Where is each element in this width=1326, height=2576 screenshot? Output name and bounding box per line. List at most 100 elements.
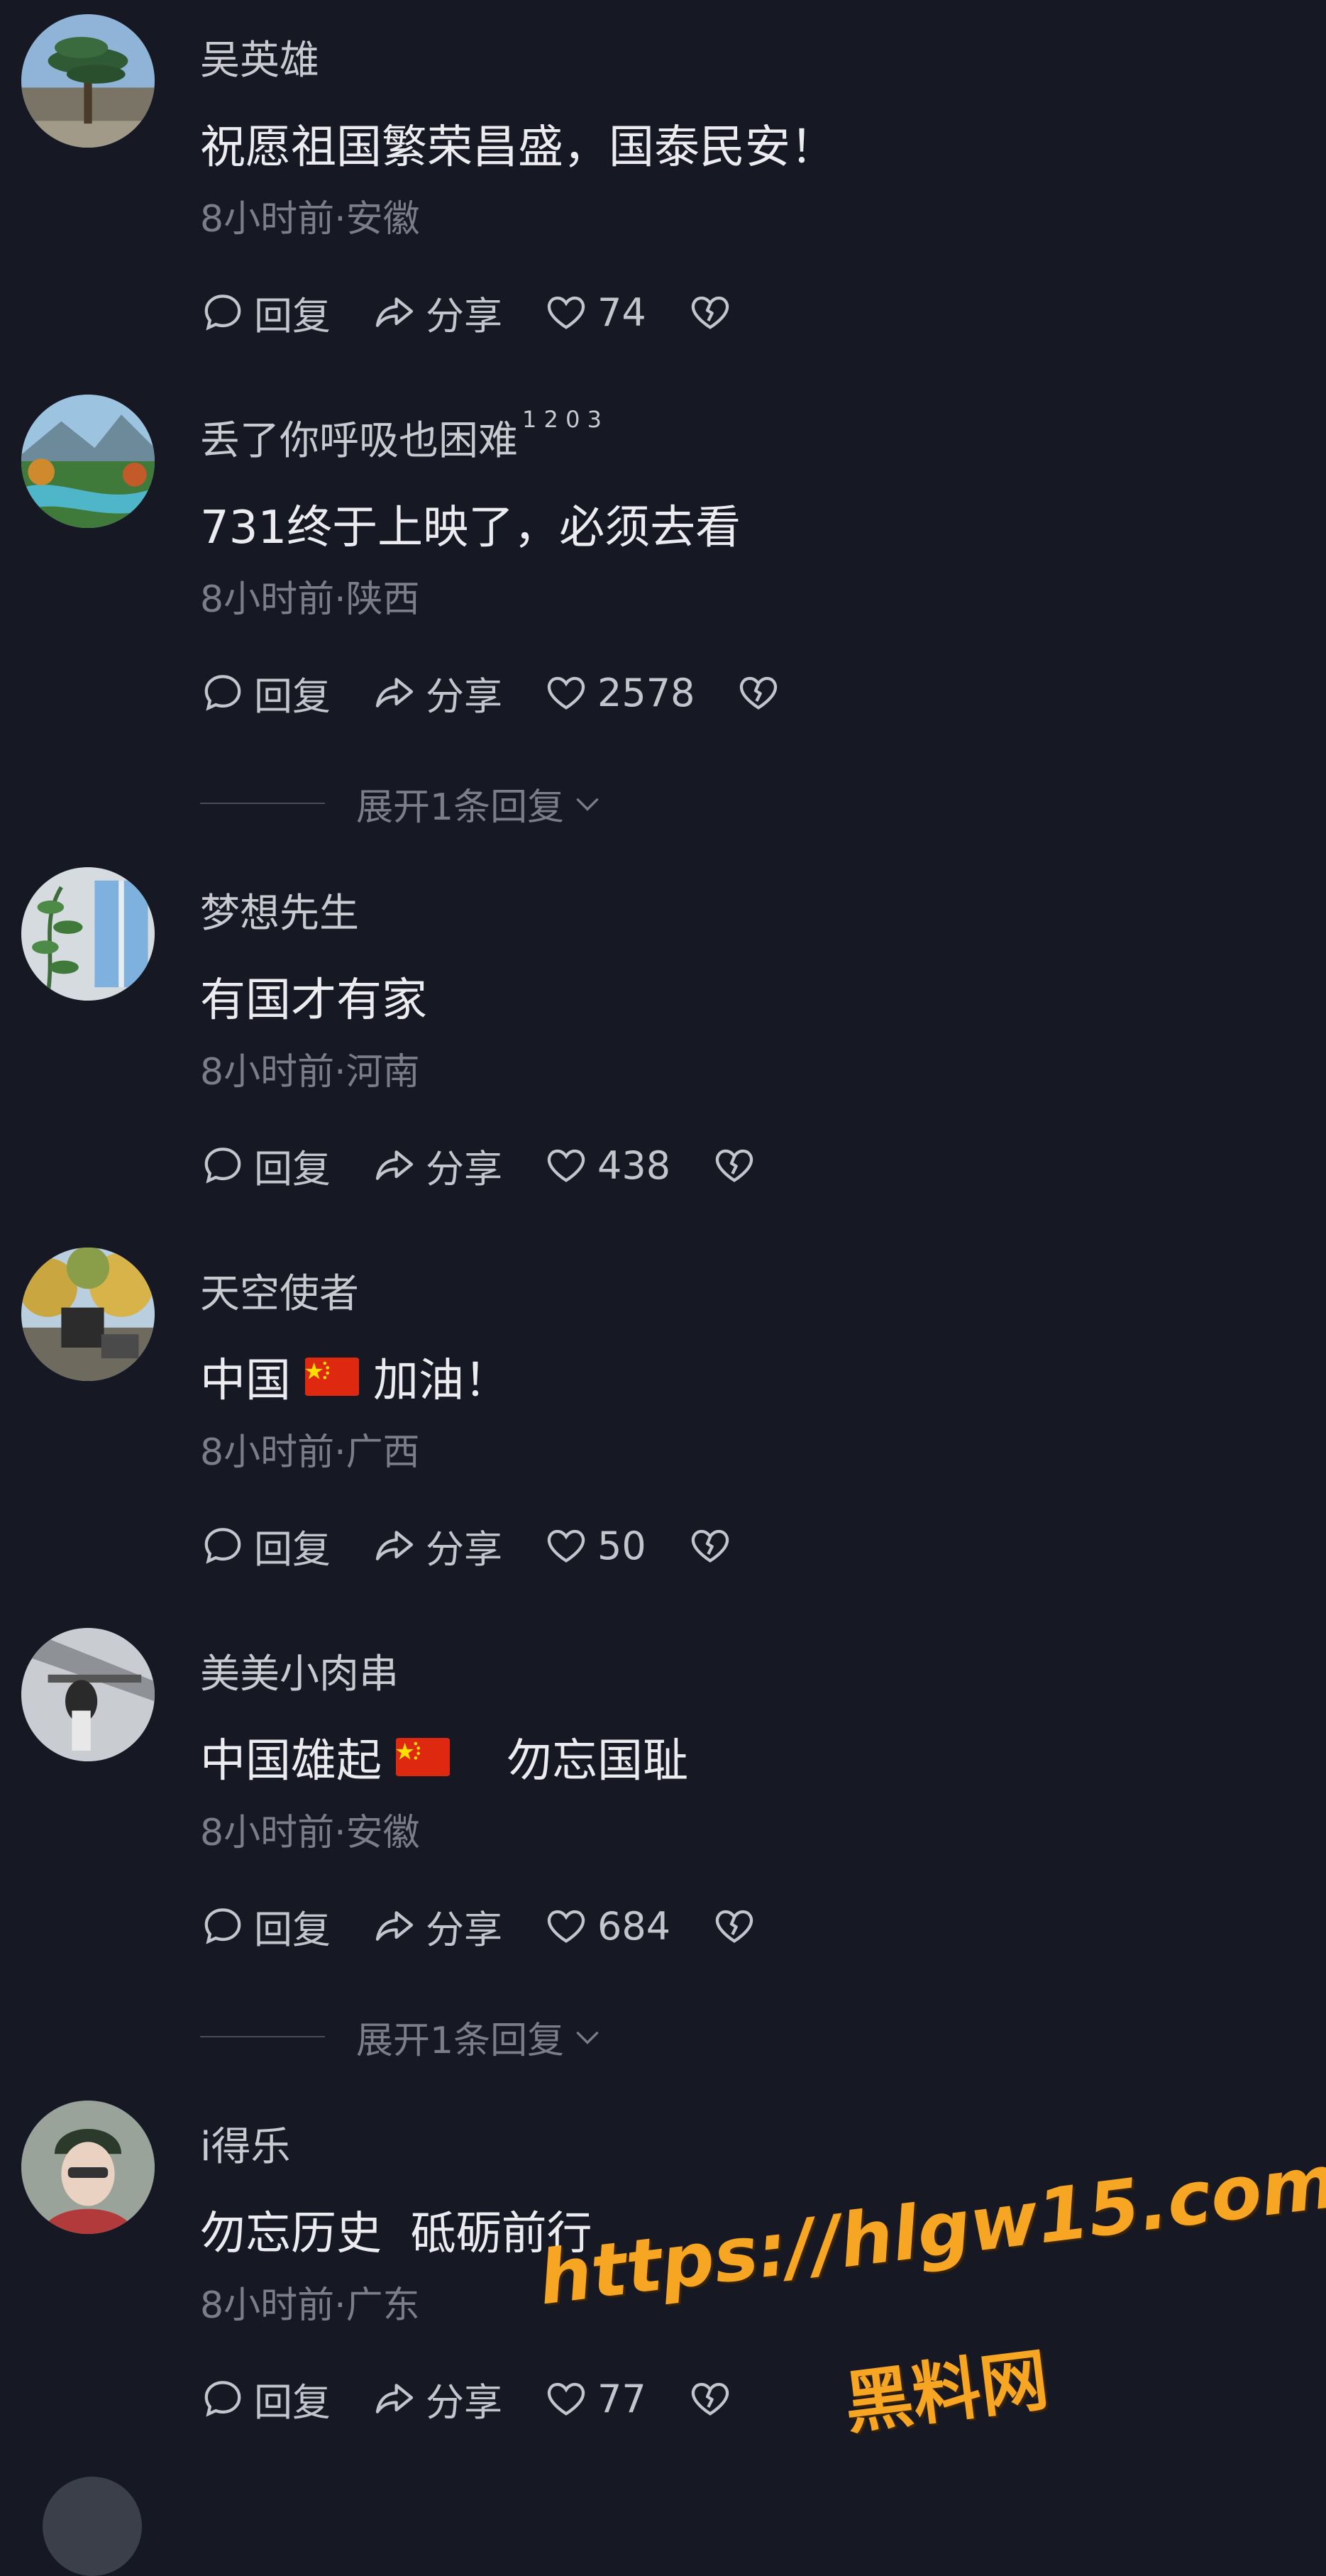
username-text: 丢了你呼吸也困难 [200, 418, 518, 464]
share-arrow-icon [375, 1531, 414, 1561]
expand-replies-label: 展开1条回复 [356, 786, 565, 829]
river-landscape-avatar-icon [21, 395, 155, 528]
comment-text: 有国才有家 [200, 974, 427, 1027]
username[interactable]: i得乐 [200, 2115, 291, 2172]
like-button[interactable]: 2578 [543, 670, 695, 715]
china-flag-icon [396, 1738, 450, 1776]
chevron-down-icon [576, 798, 599, 811]
reply-button[interactable]: 回复 [200, 2371, 331, 2427]
reply-label: 回复 [254, 293, 331, 338]
expand-replies-button[interactable]: 展开1条回复 [200, 778, 605, 829]
broken-heart-icon [691, 296, 729, 329]
reply-label: 回复 [254, 1146, 331, 1191]
dislike-button[interactable] [687, 1523, 733, 1568]
like-button[interactable]: 50 [543, 1523, 646, 1568]
reply-bubble-icon [204, 1528, 241, 1564]
comment-location: 河南 [346, 1051, 420, 1094]
share-button[interactable]: 分享 [372, 665, 502, 721]
comment-text: 中国雄起 勿忘国耻 [200, 1724, 688, 1790]
comment-meta: 8小时前·陕西 [200, 578, 420, 621]
share-arrow-icon [375, 2384, 414, 2413]
share-button[interactable]: 分享 [372, 1518, 502, 1574]
comment-meta: 8小时前·安徽 [200, 198, 420, 241]
share-button[interactable]: 分享 [372, 1898, 502, 1954]
reply-button[interactable]: 回复 [200, 285, 331, 341]
username[interactable]: 吴英雄 [200, 28, 319, 86]
heart-icon [547, 1910, 585, 1943]
username[interactable]: 天空使者 [200, 1262, 359, 1319]
like-button[interactable]: 74 [543, 290, 646, 335]
like-count: 2578 [597, 670, 695, 715]
reply-button[interactable]: 回复 [200, 1518, 331, 1574]
avatar[interactable] [21, 2101, 155, 2234]
reply-button[interactable]: 回复 [200, 665, 331, 721]
autumn-trees-avatar-icon [21, 1248, 155, 1381]
avatar[interactable] [21, 1628, 155, 1761]
username-badge-number: 1 2 0 3 [522, 406, 602, 433]
comment-location: 安徽 [346, 1812, 420, 1854]
reply-button[interactable]: 回复 [200, 1138, 331, 1194]
comment-text-part: 中国雄起 [200, 1735, 382, 1788]
like-button[interactable]: 77 [543, 2376, 646, 2421]
comment-time: 8小时前 [200, 1431, 335, 1474]
share-label: 分享 [426, 673, 502, 719]
expand-replies-button[interactable]: 展开1条回复 [200, 2012, 605, 2062]
chevron-down-icon [576, 2031, 599, 2044]
dislike-button[interactable] [687, 290, 733, 335]
share-arrow-icon [375, 1150, 414, 1180]
comment-time: 8小时前 [200, 1812, 335, 1854]
reply-label: 回复 [254, 1907, 331, 1952]
like-count: 684 [597, 1903, 671, 1949]
like-button[interactable]: 438 [543, 1143, 670, 1188]
comment-actions: 回复 分享 50 [200, 1517, 733, 1574]
expand-replies-label: 展开1条回复 [356, 2019, 565, 2062]
comment-text-part: 中国 [200, 1355, 291, 1407]
broken-heart-icon [691, 1529, 729, 1563]
share-button[interactable]: 分享 [372, 1138, 502, 1194]
dislike-button[interactable] [712, 1903, 757, 1949]
broken-heart-icon [715, 1910, 753, 1943]
like-count: 50 [597, 1523, 646, 1568]
comment-time: 8小时前 [200, 1051, 335, 1094]
divider-line [200, 803, 325, 804]
dislike-button[interactable] [687, 2376, 733, 2421]
reply-button[interactable]: 回复 [200, 1898, 331, 1954]
avatar[interactable] [21, 14, 155, 148]
share-button[interactable]: 分享 [372, 2371, 502, 2427]
avatar[interactable] [21, 867, 155, 1001]
comment-time: 8小时前 [200, 198, 335, 241]
comment-time: 8小时前 [200, 2284, 335, 2327]
reply-bubble-icon [204, 675, 241, 711]
watermark-name: 黑料网 [840, 2340, 1053, 2444]
avatar[interactable] [21, 395, 155, 528]
share-button[interactable]: 分享 [372, 285, 502, 341]
comment-actions: 回复 分享 74 [200, 284, 733, 341]
like-button[interactable]: 684 [543, 1903, 670, 1949]
comment-location: 陕西 [346, 578, 420, 621]
comment-meta: 8小时前·广东 [200, 2284, 420, 2327]
share-label: 分享 [426, 1907, 502, 1952]
heart-icon [547, 1149, 585, 1182]
comment-text: 731终于上映了，必须去看 [200, 502, 741, 554]
reply-bubble-icon [204, 2381, 241, 2417]
dislike-button[interactable] [712, 1143, 757, 1188]
avatar[interactable] [43, 2477, 142, 2576]
username[interactable]: 美美小肉串 [200, 1642, 399, 1700]
china-flag-icon [305, 1358, 359, 1396]
share-arrow-icon [375, 1911, 414, 1941]
username[interactable]: 梦想先生 [200, 881, 359, 939]
divider-line [200, 2036, 325, 2037]
comment-text-part: 加油！ [373, 1355, 509, 1407]
comment-actions: 回复 分享 77 [200, 2370, 733, 2427]
comment-actions: 回复 分享 684 [200, 1898, 757, 1954]
share-arrow-icon [375, 678, 414, 708]
dislike-button[interactable] [736, 670, 781, 715]
comment-time: 8小时前 [200, 578, 335, 621]
reply-bubble-icon [204, 1147, 241, 1184]
comment-text: 祝愿祖国繁荣昌盛，国泰民安！ [200, 121, 836, 174]
comment-location: 广西 [346, 1431, 420, 1474]
username[interactable]: 丢了你呼吸也困难 1 2 0 3 [200, 406, 602, 466]
plant-window-avatar-icon [21, 867, 155, 1001]
avatar[interactable] [21, 1248, 155, 1381]
comment-location: 广东 [346, 2284, 420, 2327]
